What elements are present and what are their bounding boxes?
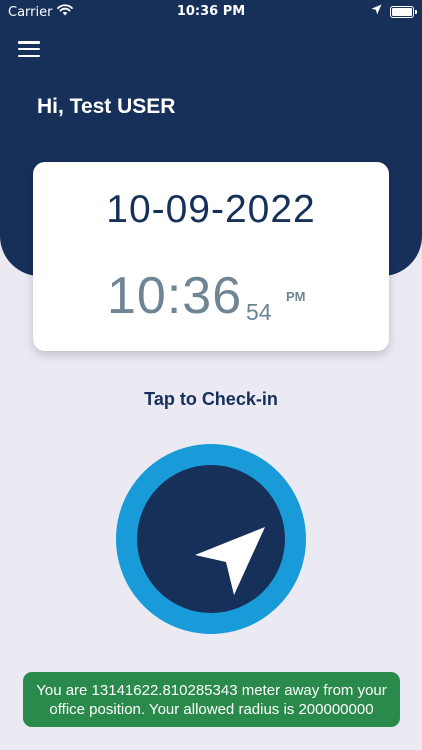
current-time: 10:36 <box>107 267 243 325</box>
status-bar-time: 10:36 PM <box>176 4 246 19</box>
checkin-button-inner <box>137 465 285 613</box>
status-bar: Carrier 10:36 PM <box>0 0 422 24</box>
am-pm-indicator: PM <box>286 289 306 304</box>
location-arrow-icon <box>371 4 382 19</box>
navigation-arrow-icon <box>195 527 265 595</box>
greeting-text: Hi, Test USER <box>37 95 176 118</box>
app-screen: Carrier 10:36 PM Hi, Test USER 10-09-202 <box>0 0 422 750</box>
checkin-button[interactable] <box>116 444 306 634</box>
checkin-label: Tap to Check-in <box>144 389 278 409</box>
status-bar-right <box>371 4 417 19</box>
datetime-card: 10-09-2022 10:36 54 PM <box>33 162 389 351</box>
current-date: 10-09-2022 <box>106 188 316 231</box>
distance-toast-message: You are 13141622.810285343 meter away fr… <box>23 672 400 727</box>
hamburger-menu-icon[interactable] <box>18 41 40 57</box>
current-seconds: 54 <box>246 299 272 325</box>
battery-icon <box>390 5 417 18</box>
